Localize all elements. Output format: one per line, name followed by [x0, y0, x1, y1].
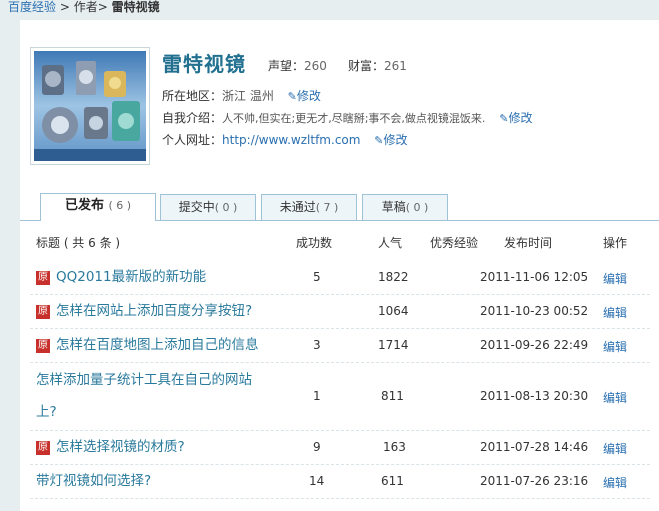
edit-button[interactable]: 编辑: [603, 338, 627, 355]
article-title: 带灯视镜如何选择?: [36, 473, 152, 489]
tab-count: ( 0 ): [405, 201, 429, 214]
views-count: 1822: [378, 270, 409, 284]
header-success: 成功数: [296, 236, 333, 250]
edit-label: 修改: [508, 111, 533, 125]
views-count: 611: [381, 474, 404, 488]
edit-label: 修改: [383, 133, 408, 147]
views-count: 1714: [378, 338, 409, 352]
success-count: 9: [313, 440, 321, 454]
edit-button[interactable]: 编辑: [603, 304, 627, 321]
pencil-icon: ✎: [374, 134, 384, 147]
reputation-label: 声望：: [268, 59, 305, 73]
header-ops: 操作: [603, 236, 628, 250]
avatar[interactable]: [34, 51, 146, 161]
header-time: 发布时间: [504, 236, 553, 250]
article-title: 怎样在百度地图上添加自己的信息: [56, 337, 259, 353]
article-title-link[interactable]: 原怎样在百度地图上添加自己的信息: [36, 329, 259, 361]
region-label: 所在地区：: [162, 89, 223, 103]
table-row: 原怎样选择视镜的材质? 9 163 2011-07-28 14:46 编辑: [30, 430, 650, 465]
views-count: 1064: [378, 304, 409, 318]
table-row: 原怎样在百度地图上添加自己的信息 3 1714 2011-09-26 22:49…: [30, 328, 650, 363]
edit-button[interactable]: 编辑: [603, 389, 627, 406]
edit-button[interactable]: 编辑: [603, 440, 627, 457]
header-popularity: 人气: [378, 236, 403, 250]
article-title-link[interactable]: 原怎样在网站上添加百度分享按钮?: [36, 295, 252, 327]
breadcrumb: 百度经验 > 作者> 雷特视镜: [0, 0, 659, 16]
avatar-image: [34, 51, 146, 161]
intro-value: 人不帅,但实在;更无才,尽瞎掰;事不会,做点视镜混饭来.: [222, 112, 486, 125]
article-title: 怎样选择视镜的材质?: [56, 439, 185, 455]
publish-time: 2011-09-26 22:49: [480, 338, 589, 352]
wealth: 财富：261: [348, 57, 407, 74]
intro-label: 自我介绍：: [162, 111, 223, 125]
breadcrumb-current: 雷特视镜: [111, 0, 160, 14]
views-count: 811: [381, 389, 404, 403]
region-row: 所在地区：浙江 温州 ✎修改: [162, 87, 321, 104]
tab-count: ( 7 ): [315, 201, 339, 214]
original-badge: 原: [36, 339, 50, 353]
article-title-link[interactable]: 带灯视镜如何选择?: [36, 465, 151, 497]
reputation-value: 260: [304, 59, 327, 73]
edit-website-link[interactable]: ✎修改: [374, 133, 407, 147]
tab-published[interactable]: 已发布 ( 6 ): [40, 193, 156, 221]
tab-drafts[interactable]: 草稿( 0 ): [362, 194, 448, 220]
publish-time: 2011-08-13 20:30: [480, 389, 589, 403]
website-row: 个人网址：http://www.wzltfm.com ✎修改: [162, 131, 408, 148]
article-title-line1: 怎样添加量子统计工具在自己的网站: [36, 372, 252, 388]
tab-submitting[interactable]: 提交中( 0 ): [160, 194, 256, 220]
original-badge: 原: [36, 441, 50, 455]
article-title-line2: 上?: [36, 404, 57, 420]
success-count: 14: [309, 474, 325, 488]
breadcrumb-home-link[interactable]: 百度经验: [8, 0, 56, 14]
edit-button[interactable]: 编辑: [603, 474, 627, 491]
tab-label: 提交中: [178, 200, 215, 214]
avatar-frame: [30, 47, 150, 165]
author-name: 雷特视镜: [162, 52, 246, 76]
success-count: 5: [313, 270, 321, 284]
table-row: 带灯视镜如何选择? 14 611 2011-07-26 23:16 编辑: [30, 464, 650, 499]
breadcrumb-author-link[interactable]: 作者: [74, 0, 98, 14]
publish-time: 2011-11-06 12:05: [480, 270, 589, 284]
tab-label: 已发布: [64, 198, 104, 213]
region-value: 浙江 温州: [222, 89, 274, 103]
header-title: 标题 ( 共 6 条 ): [36, 236, 121, 250]
edit-region-link[interactable]: ✎修改: [288, 89, 321, 103]
tab-count: ( 0 ): [214, 201, 238, 214]
breadcrumb-sep: >: [56, 0, 74, 14]
table-row: 原 QQ2011最新版的新功能 5 1822 2011-11-06 12:05 编…: [30, 260, 650, 295]
original-badge: 原: [36, 305, 50, 319]
original-badge: 原: [36, 271, 50, 285]
website-label: 个人网址：: [162, 133, 223, 147]
article-title-link[interactable]: 原 QQ2011最新版的新功能: [36, 261, 206, 293]
tab-rejected[interactable]: 未通过( 7 ): [261, 194, 357, 220]
wealth-value: 261: [384, 59, 407, 73]
publish-time: 2011-07-26 23:16: [480, 474, 589, 488]
edit-button[interactable]: 编辑: [603, 270, 627, 287]
article-title: 怎样在网站上添加百度分享按钮?: [56, 303, 253, 319]
tab-label: 草稿: [381, 200, 406, 214]
header-excellent: 优秀经验: [430, 236, 479, 250]
publish-time: 2011-07-28 14:46: [480, 440, 589, 454]
pencil-icon: ✎: [287, 90, 297, 103]
reputation: 声望：260: [268, 57, 327, 74]
edit-label: 修改: [296, 89, 321, 103]
table-row: 原怎样在网站上添加百度分享按钮? 1064 2011-10-23 00:52 编…: [30, 294, 650, 329]
article-title: QQ2011最新版的新功能: [56, 269, 207, 285]
breadcrumb-sep: >: [97, 0, 112, 14]
views-count: 163: [383, 440, 406, 454]
success-count: 3: [313, 338, 321, 352]
tab-label: 未通过: [279, 200, 316, 214]
table-row: 怎样添加量子统计工具在自己的网站 上? 1 811 2011-08-13 20:…: [30, 362, 650, 431]
article-title-link[interactable]: 怎样添加量子统计工具在自己的网站 上?: [36, 364, 252, 428]
publish-time: 2011-10-23 00:52: [480, 304, 589, 318]
wealth-label: 财富：: [348, 59, 385, 73]
success-count: 1: [313, 389, 321, 403]
website-link[interactable]: http://www.wzltfm.com: [222, 133, 360, 147]
tab-count: ( 6 ): [108, 199, 132, 212]
edit-intro-link[interactable]: ✎修改: [499, 111, 532, 125]
author-panel: 雷特视镜 声望：260 财富：261 所在地区：浙江 温州 ✎修改 自我介绍：人…: [20, 20, 659, 511]
intro-row: 自我介绍：人不帅,但实在;更无才,尽瞎掰;事不会,做点视镜混饭来. ✎修改: [162, 109, 532, 126]
article-title-link[interactable]: 原怎样选择视镜的材质?: [36, 431, 185, 463]
